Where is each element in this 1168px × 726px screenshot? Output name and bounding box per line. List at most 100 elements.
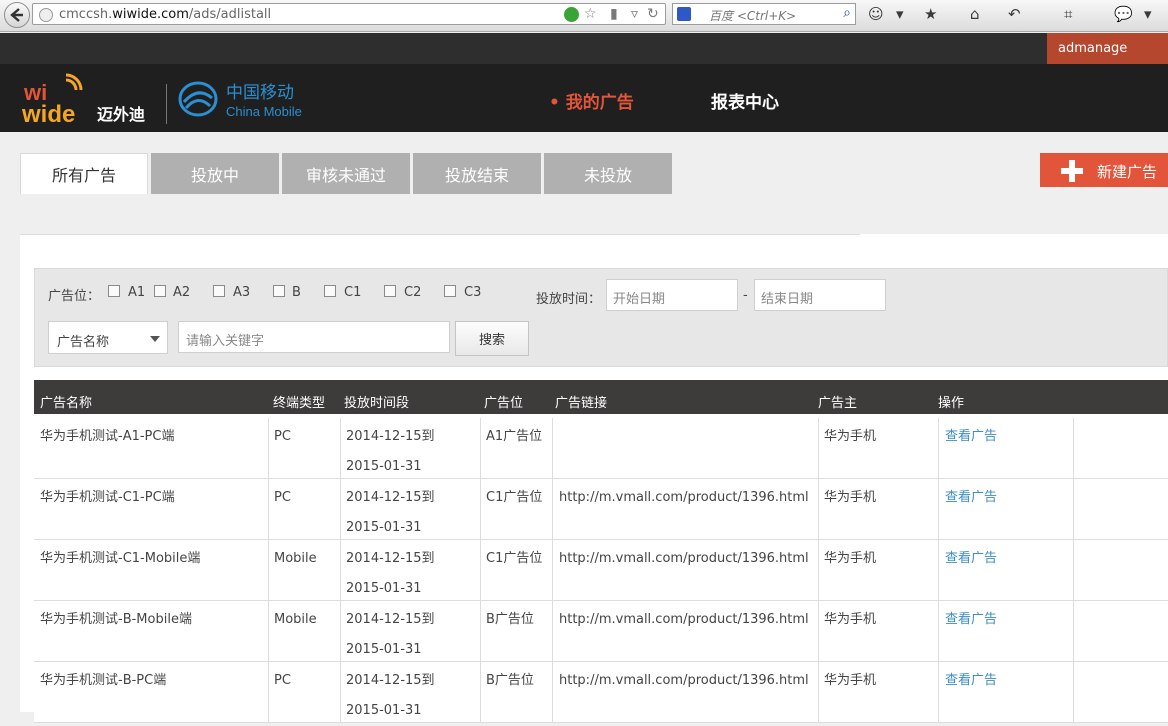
th-link: 广告链接 [555, 396, 608, 411]
crop-icon[interactable]: ⌗ [1064, 5, 1072, 23]
address-bar[interactable]: cmccsh.wiwide.com/ads/adlistall ☆ ▮ ▿ ↻ [32, 3, 666, 25]
back-arrow-icon [10, 8, 23, 22]
user-menu-button[interactable]: admanage [1047, 33, 1168, 64]
cell-position: B广告位 [486, 673, 534, 688]
end-date-input[interactable]: 结束日期 [754, 279, 886, 311]
cell-period: 2014-12-15到 2015-01-31 [346, 490, 435, 535]
star-icon[interactable]: ☆ [584, 6, 597, 22]
tab-in-progress[interactable]: 投放中 [151, 153, 279, 194]
cell-position: C1广告位 [486, 490, 543, 505]
undo-icon[interactable]: ↶ [1008, 5, 1021, 23]
cell-terminal: PC [274, 673, 291, 688]
cell-owner: 华为手机 [824, 551, 877, 566]
field-select-value: 广告名称 [57, 335, 110, 350]
table-row: 华为手机测试-B-PC端 PC 2014-12-15到 2015-01-31 B广… [34, 662, 1168, 723]
view-ad-link[interactable]: 查看广告 [945, 666, 997, 696]
cell-period: 2014-12-15到 2015-01-31 [346, 551, 435, 596]
view-ad-link[interactable]: 查看广告 [945, 605, 997, 635]
back-button[interactable] [4, 2, 30, 28]
table-row: 华为手机测试-C1-Mobile端 Mobile 2014-12-15到 2015… [34, 540, 1168, 601]
cell-position: C1广告位 [486, 551, 543, 566]
more-icon[interactable]: ▾ [1144, 5, 1152, 23]
cell-position: A1广告位 [486, 429, 543, 444]
reload-icon[interactable]: ↻ [647, 6, 659, 22]
search-bar[interactable]: 百度 <Ctrl+K> ⌕ [672, 3, 856, 25]
tab-not-started[interactable]: 未投放 [544, 153, 672, 194]
wiwide-logo[interactable]: wi wide 迈外迪 [22, 72, 152, 124]
cell-name: 华为手机测试-C1-Mobile端 [40, 551, 201, 566]
checkbox-a3-label: A3 [233, 285, 251, 300]
new-ad-label: 新建广告 [1097, 163, 1158, 181]
home-icon[interactable]: ⌂ [970, 5, 980, 23]
checkbox-b[interactable] [273, 285, 285, 297]
field-select[interactable]: 广告名称 [48, 321, 168, 354]
tab-finished[interactable]: 投放结束 [413, 153, 541, 194]
checkbox-a1-label: A1 [128, 285, 146, 300]
nav-my-ads[interactable]: • 我的广告 [549, 88, 634, 113]
search-icon[interactable]: ⌕ [843, 5, 851, 21]
cell-name: 华为手机测试-B-PC端 [40, 673, 167, 688]
top-strip [0, 33, 1168, 64]
th-position: 广告位 [484, 396, 524, 411]
divider [20, 234, 860, 235]
menu-dropdown-icon[interactable]: ▾ [896, 5, 904, 23]
chat-icon[interactable]: 💬 [1114, 5, 1133, 23]
wiwide-logo-cn: 迈外迪 [97, 105, 145, 124]
table-row: 华为手机测试-C1-PC端 PC 2014-12-15到 2015-01-31 C… [34, 479, 1168, 540]
browser-toolbar: cmccsh.wiwide.com/ads/adlistall ☆ ▮ ▿ ↻ … [0, 0, 1168, 32]
cell-period: 2014-12-15到 2015-01-31 [346, 429, 435, 474]
cell-link: http://m.vmall.com/product/1396.html [559, 551, 809, 566]
checkbox-b-label: B [292, 285, 301, 300]
cell-owner: 华为手机 [824, 673, 877, 688]
url-text: cmccsh.wiwide.com/ads/adlistall [59, 7, 272, 22]
globe-icon [39, 8, 53, 22]
position-label: 广告位： [48, 289, 101, 304]
view-ad-link[interactable]: 查看广告 [945, 483, 997, 513]
th-name: 广告名称 [40, 396, 93, 411]
cell-period: 2014-12-15到 2015-01-31 [346, 673, 435, 718]
checkbox-a1[interactable] [108, 285, 120, 297]
checkbox-c3[interactable] [444, 285, 456, 297]
keyword-input[interactable]: 请输入关键字 [178, 321, 450, 353]
checkbox-c2[interactable] [384, 285, 396, 297]
cell-owner: 华为手机 [824, 429, 877, 444]
cell-terminal: Mobile [274, 612, 317, 627]
tab-review-failed[interactable]: 审核未通过 [282, 153, 410, 194]
checkbox-a3[interactable] [213, 285, 225, 297]
view-ad-link[interactable]: 查看广告 [945, 422, 997, 452]
th-owner: 广告主 [818, 396, 858, 411]
nav-report-center[interactable]: 报表中心 [711, 88, 779, 113]
cell-position: B广告位 [486, 612, 534, 627]
china-mobile-cn: 中国移动 [226, 83, 294, 103]
cell-name: 华为手机测试-A1-PC端 [40, 429, 175, 444]
cell-owner: 华为手机 [824, 612, 877, 627]
view-ad-link[interactable]: 查看广告 [945, 544, 997, 574]
site-header: wi wide 迈外迪 中国移动 China Mobile • 我的广告 报表中… [0, 64, 1168, 132]
baidu-icon[interactable] [677, 7, 691, 21]
checkbox-c1[interactable] [324, 285, 336, 297]
checkbox-c1-label: C1 [344, 285, 362, 300]
cell-name: 华为手机测试-B-Mobile端 [40, 612, 192, 627]
new-ad-button[interactable]: 新建广告 [1040, 153, 1168, 187]
bookmark-icon[interactable]: ★ [924, 5, 937, 23]
date-separator: - [743, 288, 748, 303]
start-date-input[interactable]: 开始日期 [606, 279, 738, 311]
checkbox-c2-label: C2 [404, 285, 422, 300]
cell-owner: 华为手机 [824, 490, 877, 505]
dropdown-icon[interactable]: ▿ [631, 6, 638, 22]
china-mobile-logo[interactable]: 中国移动 China Mobile [178, 78, 328, 120]
checkbox-a2[interactable] [154, 285, 166, 297]
emoji-icon[interactable]: ☺ [868, 5, 884, 23]
search-placeholder: 百度 <Ctrl+K> [709, 9, 797, 23]
china-mobile-en: China Mobile [226, 104, 302, 119]
mobile-icon[interactable]: ▮ [610, 6, 618, 22]
cell-terminal: Mobile [274, 551, 317, 566]
cell-terminal: PC [274, 429, 291, 444]
logo-separator [166, 84, 167, 124]
cell-period: 2014-12-15到 2015-01-31 [346, 612, 435, 657]
th-action: 操作 [938, 396, 965, 411]
tab-all-ads[interactable]: 所有广告 [20, 153, 148, 194]
go-icon[interactable] [564, 7, 579, 22]
table-row: 华为手机测试-B-Mobile端 Mobile 2014-12-15到 2015-… [34, 601, 1168, 662]
search-button[interactable]: 搜索 [455, 321, 529, 356]
